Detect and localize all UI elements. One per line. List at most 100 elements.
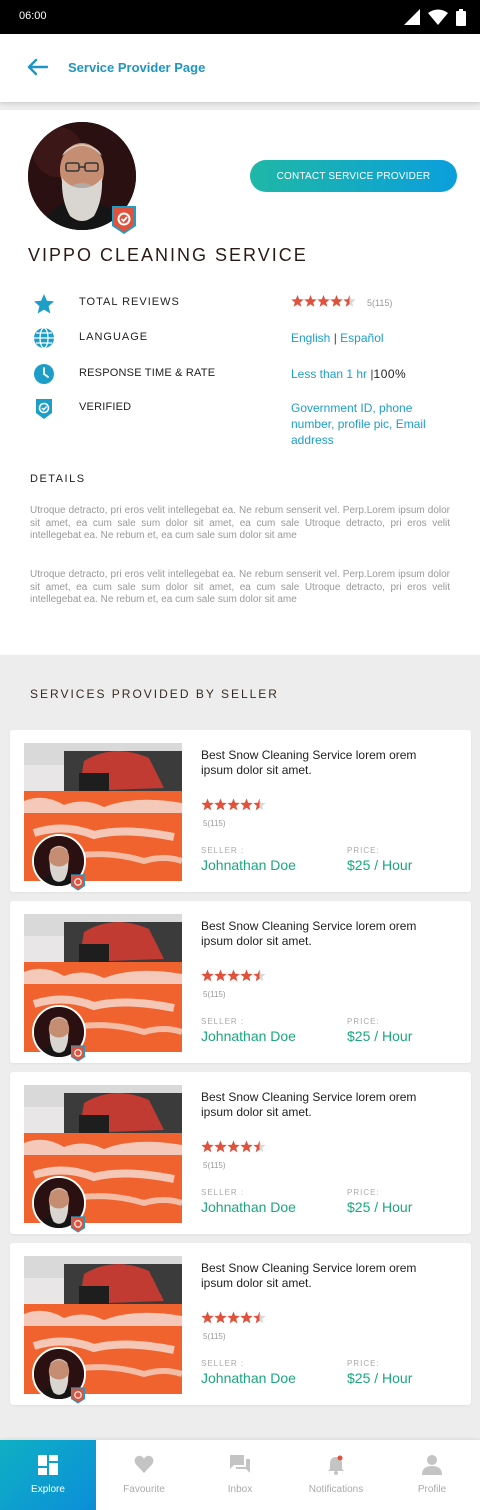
price-label: PRICE: bbox=[347, 1188, 380, 1197]
price-value: $25 / Hour bbox=[347, 1028, 413, 1044]
clock-icon bbox=[34, 364, 54, 384]
price-value: $25 / Hour bbox=[347, 857, 413, 873]
star-filled bbox=[240, 1311, 253, 1324]
language-secondary: Español bbox=[340, 331, 384, 345]
star-filled bbox=[214, 969, 227, 982]
star-filled bbox=[240, 969, 253, 982]
details-heading: DETAILS bbox=[30, 473, 86, 485]
verified-badge-icon bbox=[71, 1045, 85, 1062]
star-filled bbox=[227, 969, 240, 982]
verified-value: Government ID, phone number, profile pic… bbox=[291, 401, 426, 447]
review-count: 5(115) bbox=[203, 1161, 226, 1170]
service-card[interactable]: Best Snow Cleaning Service lorem orem ip… bbox=[10, 1243, 471, 1405]
star-filled bbox=[227, 798, 240, 811]
service-card[interactable]: Best Snow Cleaning Service lorem orem ip… bbox=[10, 730, 471, 892]
response-time-value: Less than 1 hr |100% bbox=[291, 366, 451, 382]
seller-label: SELLER : bbox=[201, 1359, 245, 1368]
verified-badge-icon bbox=[71, 874, 85, 891]
nav-notifications[interactable]: Notifications bbox=[288, 1440, 384, 1510]
review-count: 5(115) bbox=[203, 819, 226, 828]
star-filled bbox=[330, 295, 343, 307]
status-time: 06:00 bbox=[19, 10, 47, 22]
language-separator: | bbox=[333, 331, 337, 345]
contact-service-provider-button[interactable]: CONTACT SERVICE PROVIDER bbox=[250, 160, 457, 192]
back-arrow-icon[interactable] bbox=[26, 58, 48, 76]
star-filled bbox=[214, 1311, 227, 1324]
provider-avatar bbox=[28, 122, 136, 234]
seller-label: SELLER : bbox=[201, 1017, 245, 1026]
star-filled bbox=[201, 1140, 214, 1153]
rating-stars bbox=[201, 1140, 266, 1153]
star-filled bbox=[317, 295, 330, 307]
response-time-label: RESPONSE TIME & RATE bbox=[79, 367, 216, 379]
provider-name: VIPPO CLEANING SERVICE bbox=[28, 245, 308, 265]
nav-profile[interactable]: Profile bbox=[384, 1440, 480, 1510]
language-label: LANGUAGE bbox=[79, 331, 149, 343]
star-filled bbox=[240, 1140, 253, 1153]
star-filled bbox=[227, 1311, 240, 1324]
service-title[interactable]: Best Snow Cleaning Service lorem orem ip… bbox=[201, 1090, 451, 1120]
bell-icon bbox=[328, 1455, 344, 1475]
seller-name[interactable]: Johnathan Doe bbox=[201, 1370, 296, 1386]
seller-name[interactable]: Johnathan Doe bbox=[201, 1199, 296, 1215]
verified-badge-icon bbox=[71, 1216, 85, 1233]
page-title: Service Provider Page bbox=[68, 60, 206, 75]
details-paragraph: Utroque detracto, pri eros velit intelle… bbox=[30, 505, 450, 541]
price-label: PRICE: bbox=[347, 1017, 380, 1026]
review-count: 5(115) bbox=[367, 298, 393, 308]
person-icon bbox=[422, 1455, 442, 1475]
service-card[interactable]: Best Snow Cleaning Service lorem orem ip… bbox=[10, 1072, 471, 1234]
verified-badge-icon bbox=[71, 1387, 85, 1404]
globe-icon bbox=[34, 327, 54, 349]
response-time-row: RESPONSE TIME & RATE Less than 1 hr |100… bbox=[0, 363, 480, 385]
status-bar: 06:00 bbox=[0, 0, 480, 34]
nav-explore[interactable]: Explore bbox=[0, 1440, 96, 1510]
price-label: PRICE: bbox=[347, 1359, 380, 1368]
service-title[interactable]: Best Snow Cleaning Service lorem orem ip… bbox=[201, 919, 451, 949]
star-filled bbox=[201, 1311, 214, 1324]
status-icons bbox=[404, 8, 466, 26]
shield-check-icon bbox=[36, 399, 52, 419]
signal-icon bbox=[404, 9, 420, 25]
seller-label: SELLER : bbox=[201, 846, 245, 855]
service-title[interactable]: Best Snow Cleaning Service lorem orem ip… bbox=[201, 748, 451, 778]
nav-explore-label: Explore bbox=[31, 1484, 65, 1495]
seller-name[interactable]: Johnathan Doe bbox=[201, 857, 296, 873]
star-filled bbox=[201, 969, 214, 982]
verified-row: VERIFIED Government ID, phone number, pr… bbox=[0, 398, 480, 448]
seller-name[interactable]: Johnathan Doe bbox=[201, 1028, 296, 1044]
review-count: 5(115) bbox=[203, 1332, 226, 1341]
explore-icon bbox=[38, 1455, 58, 1475]
heart-icon bbox=[134, 1455, 154, 1473]
star-filled bbox=[304, 295, 317, 307]
total-reviews-label: TOTAL REVIEWS bbox=[79, 296, 180, 308]
response-rate: 100% bbox=[373, 367, 407, 381]
language-value: English | Español bbox=[291, 330, 451, 346]
nav-inbox-label: Inbox bbox=[227, 1484, 253, 1495]
star-filled bbox=[240, 798, 253, 811]
language-primary: English bbox=[291, 331, 331, 345]
star-filled bbox=[214, 1140, 227, 1153]
seller-label: SELLER : bbox=[201, 1188, 245, 1197]
details-paragraph: Utroque detracto, pri eros velit intelle… bbox=[30, 569, 450, 605]
nav-notifications-label: Notifications bbox=[308, 1484, 364, 1495]
total-reviews-row: TOTAL REVIEWS 5(115) bbox=[0, 293, 480, 315]
service-card[interactable]: Best Snow Cleaning Service lorem orem ip… bbox=[10, 901, 471, 1063]
nav-favourite[interactable]: Favourite bbox=[96, 1440, 192, 1510]
star-filled bbox=[214, 798, 227, 811]
response-time: Less than 1 hr bbox=[291, 367, 368, 381]
star-filled bbox=[227, 1140, 240, 1153]
price-value: $25 / Hour bbox=[347, 1199, 413, 1215]
total-reviews-value: 5(115) bbox=[291, 295, 451, 312]
nav-inbox[interactable]: Inbox bbox=[192, 1440, 288, 1510]
nav-favourite-label: Favourite bbox=[123, 1484, 165, 1495]
service-title[interactable]: Best Snow Cleaning Service lorem orem ip… bbox=[201, 1261, 451, 1291]
nav-profile-label: Profile bbox=[417, 1484, 447, 1495]
bottom-navigation: Explore Favourite Inbox Notifications Pr… bbox=[0, 1440, 480, 1510]
wifi-icon bbox=[428, 9, 448, 25]
rating-stars bbox=[201, 798, 266, 811]
battery-icon bbox=[456, 8, 466, 26]
star-filled bbox=[201, 798, 214, 811]
verified-label: VERIFIED bbox=[79, 401, 132, 413]
services-heading: SERVICES PROVIDED BY SELLER bbox=[30, 687, 279, 701]
